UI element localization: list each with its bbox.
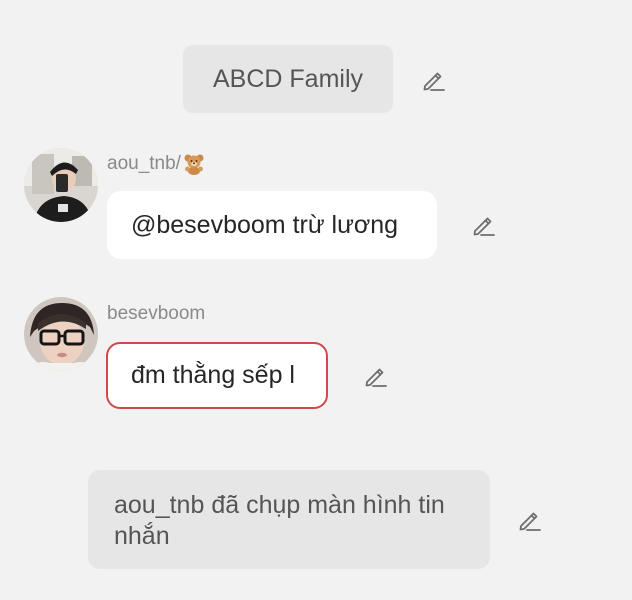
message-username: besevboom bbox=[107, 300, 205, 328]
message-bubble-highlighted[interactable]: đm thằng sếp l bbox=[106, 342, 328, 409]
edit-message-pencil-icon[interactable] bbox=[471, 212, 497, 238]
username-text: aou_tnb/ bbox=[107, 153, 181, 174]
group-name: ABCD Family bbox=[212, 64, 363, 93]
edit-notice-pencil-icon[interactable] bbox=[517, 507, 543, 533]
message-username: aou_tnb/ bbox=[107, 150, 205, 178]
avatar-aou-tnb[interactable] bbox=[24, 148, 98, 222]
message-bubble[interactable]: @besevboom trừ lương bbox=[107, 191, 437, 259]
avatar-besevboom[interactable] bbox=[24, 297, 98, 371]
group-name-pill[interactable]: ABCD Family bbox=[183, 45, 393, 113]
message-text: @besevboom trừ lương bbox=[131, 210, 399, 239]
teddy-bear-icon bbox=[183, 153, 205, 175]
edit-message-pencil-icon[interactable] bbox=[363, 363, 389, 389]
system-notice-pill: aou_tnb đã chụp màn hình tin nhắn bbox=[88, 470, 490, 569]
message-text: đm thằng sếp l bbox=[131, 361, 295, 389]
username-text: besevboom bbox=[107, 303, 206, 324]
system-notice-text: aou_tnb đã chụp màn hình tin nhắn bbox=[114, 491, 445, 550]
edit-group-name-pencil-icon[interactable] bbox=[421, 67, 447, 93]
